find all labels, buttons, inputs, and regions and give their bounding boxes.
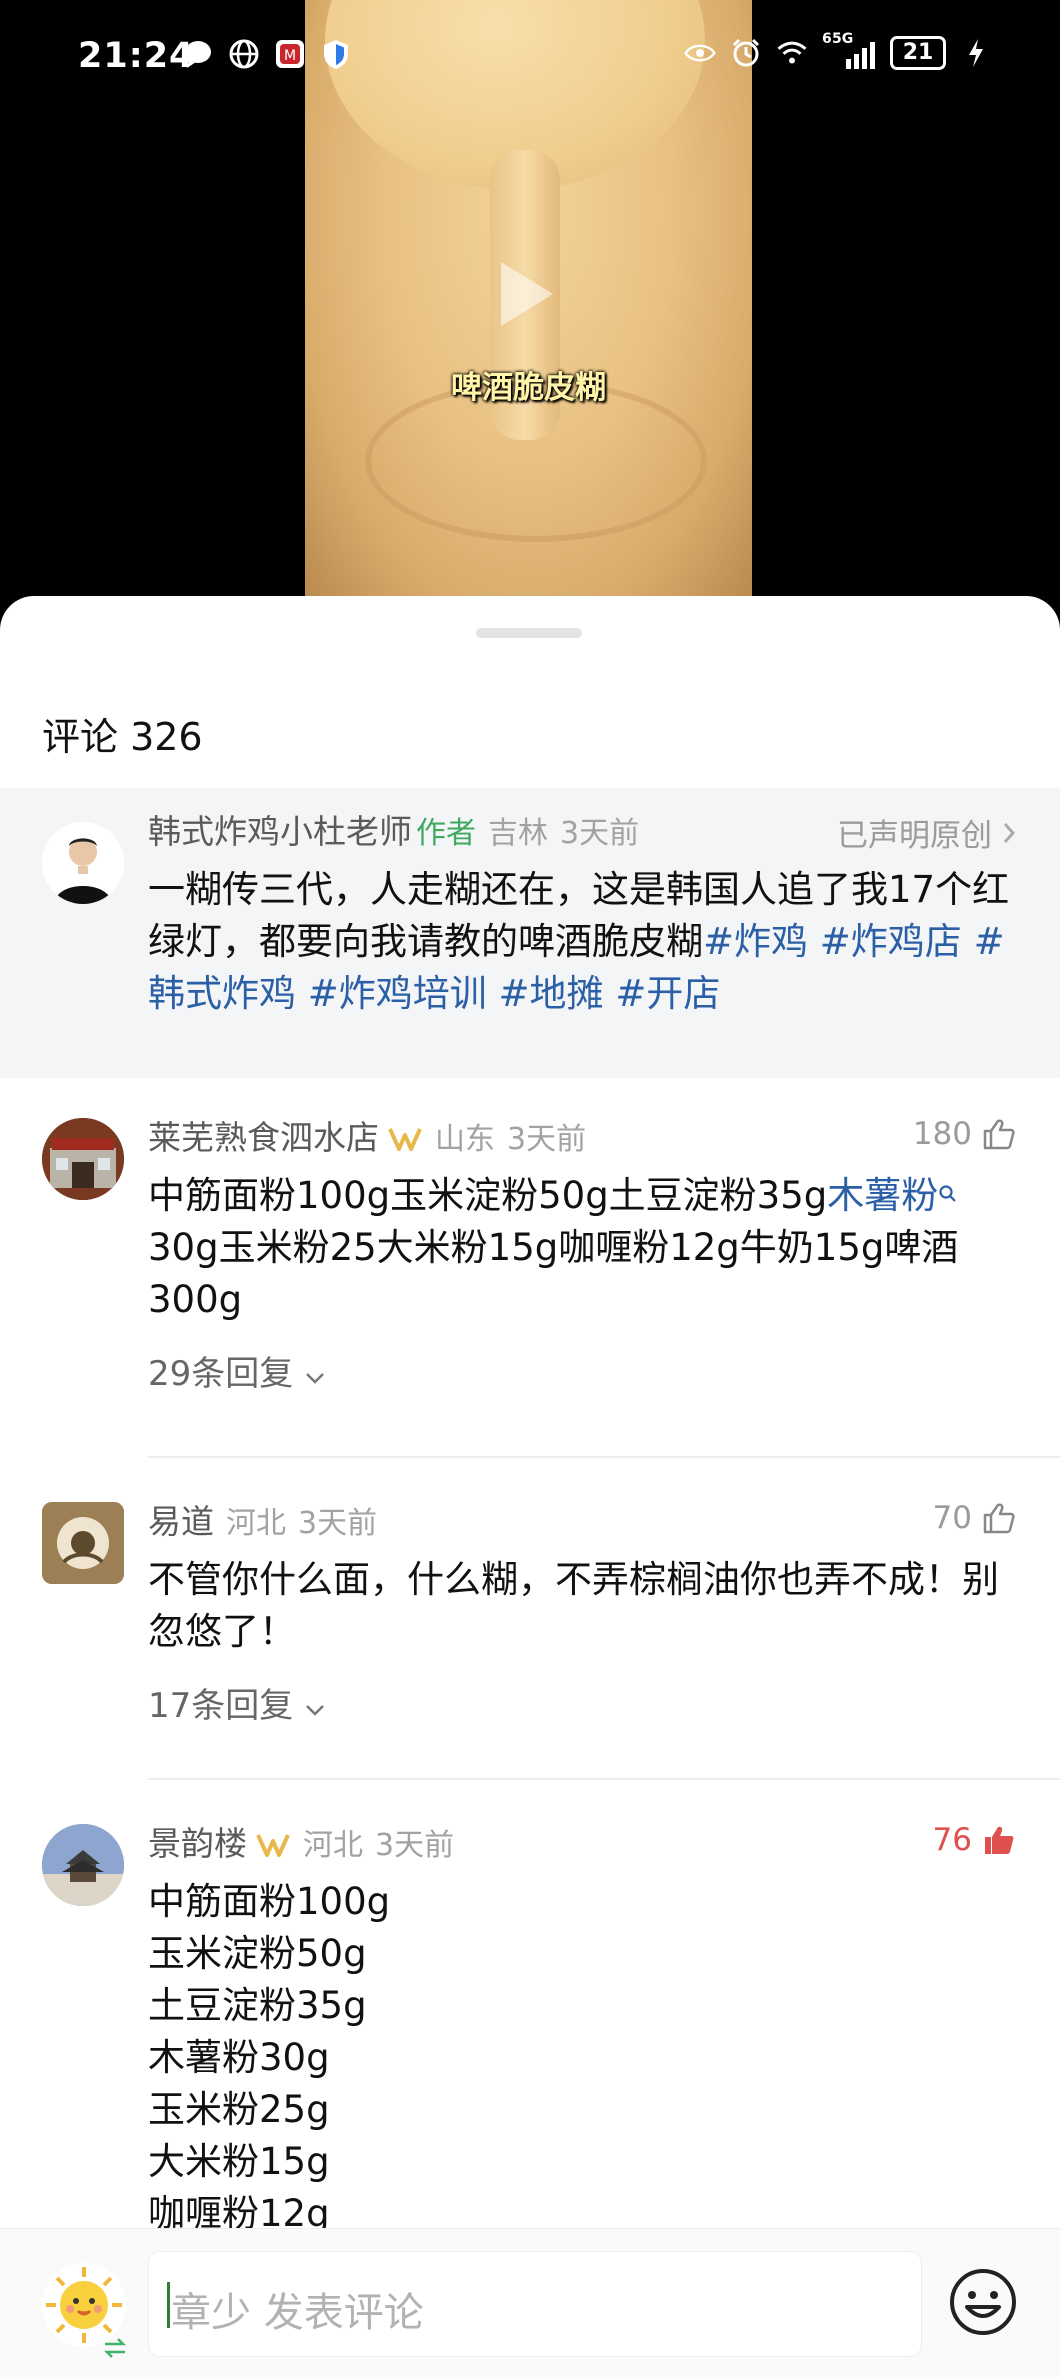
chat-bubble-icon xyxy=(182,38,214,70)
drag-handle[interactable] xyxy=(476,628,582,638)
hashtag-link[interactable]: #炸鸡店 xyxy=(820,920,962,963)
my-avatar[interactable] xyxy=(42,2263,126,2347)
expand-replies-button[interactable]: 17条回复 xyxy=(148,1678,1016,1727)
comment-divider xyxy=(148,1456,1060,1458)
like-button[interactable]: 76 xyxy=(933,1822,1016,1858)
commenter-avatar[interactable] xyxy=(42,1502,124,1584)
status-bar: 21:24 M 6 5G 21 xyxy=(0,0,1060,115)
commenter-username[interactable]: 景韵楼 xyxy=(148,1824,247,1863)
thumbs-up-filled-icon xyxy=(985,1826,1014,1854)
hashtag-link[interactable]: #地摊 xyxy=(499,972,604,1015)
author-time: 3天前 xyxy=(560,816,640,851)
commenter-avatar[interactable] xyxy=(42,1824,124,1906)
author-location: 吉林 xyxy=(488,816,548,851)
comment-input[interactable]: 章少 发表评论 xyxy=(148,2251,922,2357)
commenter-location: 河北 xyxy=(226,1506,286,1541)
replies-count: 29条回复 xyxy=(148,1354,294,1394)
svg-text:M: M xyxy=(284,48,296,64)
search-icon[interactable] xyxy=(938,1184,958,1204)
like-count: 70 xyxy=(932,1500,972,1536)
declared-original-label: 已声明原创 xyxy=(837,818,992,854)
hashtag-link[interactable]: #开店 xyxy=(615,972,720,1015)
cellular-signal-icon: 6 5G xyxy=(822,31,876,69)
thumbs-up-icon xyxy=(983,1119,1015,1150)
vip-badge-icon xyxy=(388,1128,422,1151)
search-keyword-link[interactable]: 木薯粉 xyxy=(827,1174,938,1217)
play-icon[interactable] xyxy=(501,262,553,326)
comment-text-part: 30g玉米粉25大米粉15g咖喱粉12g牛奶15g啤酒300g xyxy=(148,1226,959,1321)
comment-line: 中筋面粉100g xyxy=(148,1880,391,1923)
charging-bolt-icon xyxy=(960,37,992,69)
comment-text-part: 中筋面粉100g玉米淀粉50g土豆淀粉35g xyxy=(148,1174,828,1217)
hashtag-link[interactable]: #炸鸡培训 xyxy=(308,972,487,1015)
commenter-location: 河北 xyxy=(303,1828,363,1863)
comments-count-title: 评论 326 xyxy=(42,715,203,759)
comment-text: 不管你什么面，什么糊，不弄棕榈油你也弄不成！别忽悠了！ xyxy=(148,1558,999,1653)
video-caption: 啤酒脆皮糊 xyxy=(451,370,606,406)
chevron-down-icon xyxy=(306,1373,324,1384)
comment-line: 土豆淀粉35g xyxy=(148,1984,367,2027)
comment-input-bar: 章少 发表评论 xyxy=(0,2228,1060,2377)
comment-divider xyxy=(148,1778,1060,1780)
comment-line: 大米粉15g xyxy=(148,2140,330,2183)
comment-time: 3天前 xyxy=(507,1122,587,1157)
comment-line: 玉米粉25g xyxy=(148,2088,330,2131)
battery-indicator: 21 xyxy=(890,36,946,70)
comment-text: 中筋面粉100g玉米淀粉50g土豆淀粉35g木薯粉 30g玉米粉25大米粉15g咖… xyxy=(148,1170,1016,1326)
wifi-icon xyxy=(776,37,808,69)
like-button[interactable]: 70 xyxy=(933,1500,1016,1536)
emoji-icon[interactable] xyxy=(948,2267,1018,2337)
author-post: 韩式炸鸡小杜老师 作者 吉林 3天前 已声明原创 一糊传三代，人走糊还在，这是韩国人追… xyxy=(0,788,1060,1078)
comment-line: 木薯粉30g xyxy=(148,2036,330,2079)
commenter-username[interactable]: 易道 xyxy=(148,1502,214,1541)
commenter-location: 山东 xyxy=(435,1122,495,1157)
commenter-avatar[interactable] xyxy=(42,1118,124,1200)
expand-replies-button[interactable]: 29条回复 xyxy=(148,1346,1016,1395)
status-time: 21:24 xyxy=(78,36,195,76)
author-username[interactable]: 韩式炸鸡小杜老师 xyxy=(148,812,412,851)
globe-icon xyxy=(228,38,260,70)
shield-icon xyxy=(320,38,352,70)
like-count: 76 xyxy=(932,1822,972,1858)
switch-account-icon[interactable] xyxy=(102,2337,128,2359)
replies-count: 17条回复 xyxy=(148,1686,294,1726)
author-tag: 作者 xyxy=(416,816,476,851)
author-avatar[interactable] xyxy=(42,822,124,904)
hashtag-link[interactable]: #炸鸡 xyxy=(703,920,808,963)
eye-icon xyxy=(684,37,716,69)
comment-input-placeholder: 章少 发表评论 xyxy=(171,2290,424,2336)
declared-original-link[interactable]: 已声明原创 xyxy=(837,810,1016,855)
notification-icons: M xyxy=(182,38,352,70)
commenter-username[interactable]: 莱芜熟食泗水店 xyxy=(148,1118,379,1157)
comments-sheet: 评论 326 韩式炸鸡小杜老师 作者 吉林 3天前 已声明原创 一糊传三代，人走糊还在… xyxy=(0,596,1060,2376)
comment-time: 3天前 xyxy=(298,1506,378,1541)
like-count: 180 xyxy=(912,1116,972,1152)
vip-badge-icon xyxy=(256,1834,290,1857)
thumbs-up-icon xyxy=(983,1503,1015,1534)
like-button[interactable]: 180 xyxy=(913,1116,1016,1152)
comment-text: 中筋面粉100g 玉米淀粉50g 土豆淀粉35g 木薯粉30g 玉米粉25g 大… xyxy=(148,1876,1016,2240)
bank-app-icon: M xyxy=(274,38,306,70)
comment-line: 玉米淀粉50g xyxy=(148,1932,367,1975)
author-post-text: 一糊传三代，人走糊还在，这是韩国人追了我17个红绿灯，都要向我请教的啤酒脆皮糊#… xyxy=(148,864,1016,1020)
chevron-down-icon xyxy=(306,1705,324,1716)
alarm-icon xyxy=(730,37,762,69)
comment-time: 3天前 xyxy=(375,1828,455,1863)
text-caret xyxy=(167,2282,170,2328)
chevron-right-icon xyxy=(1003,822,1016,843)
